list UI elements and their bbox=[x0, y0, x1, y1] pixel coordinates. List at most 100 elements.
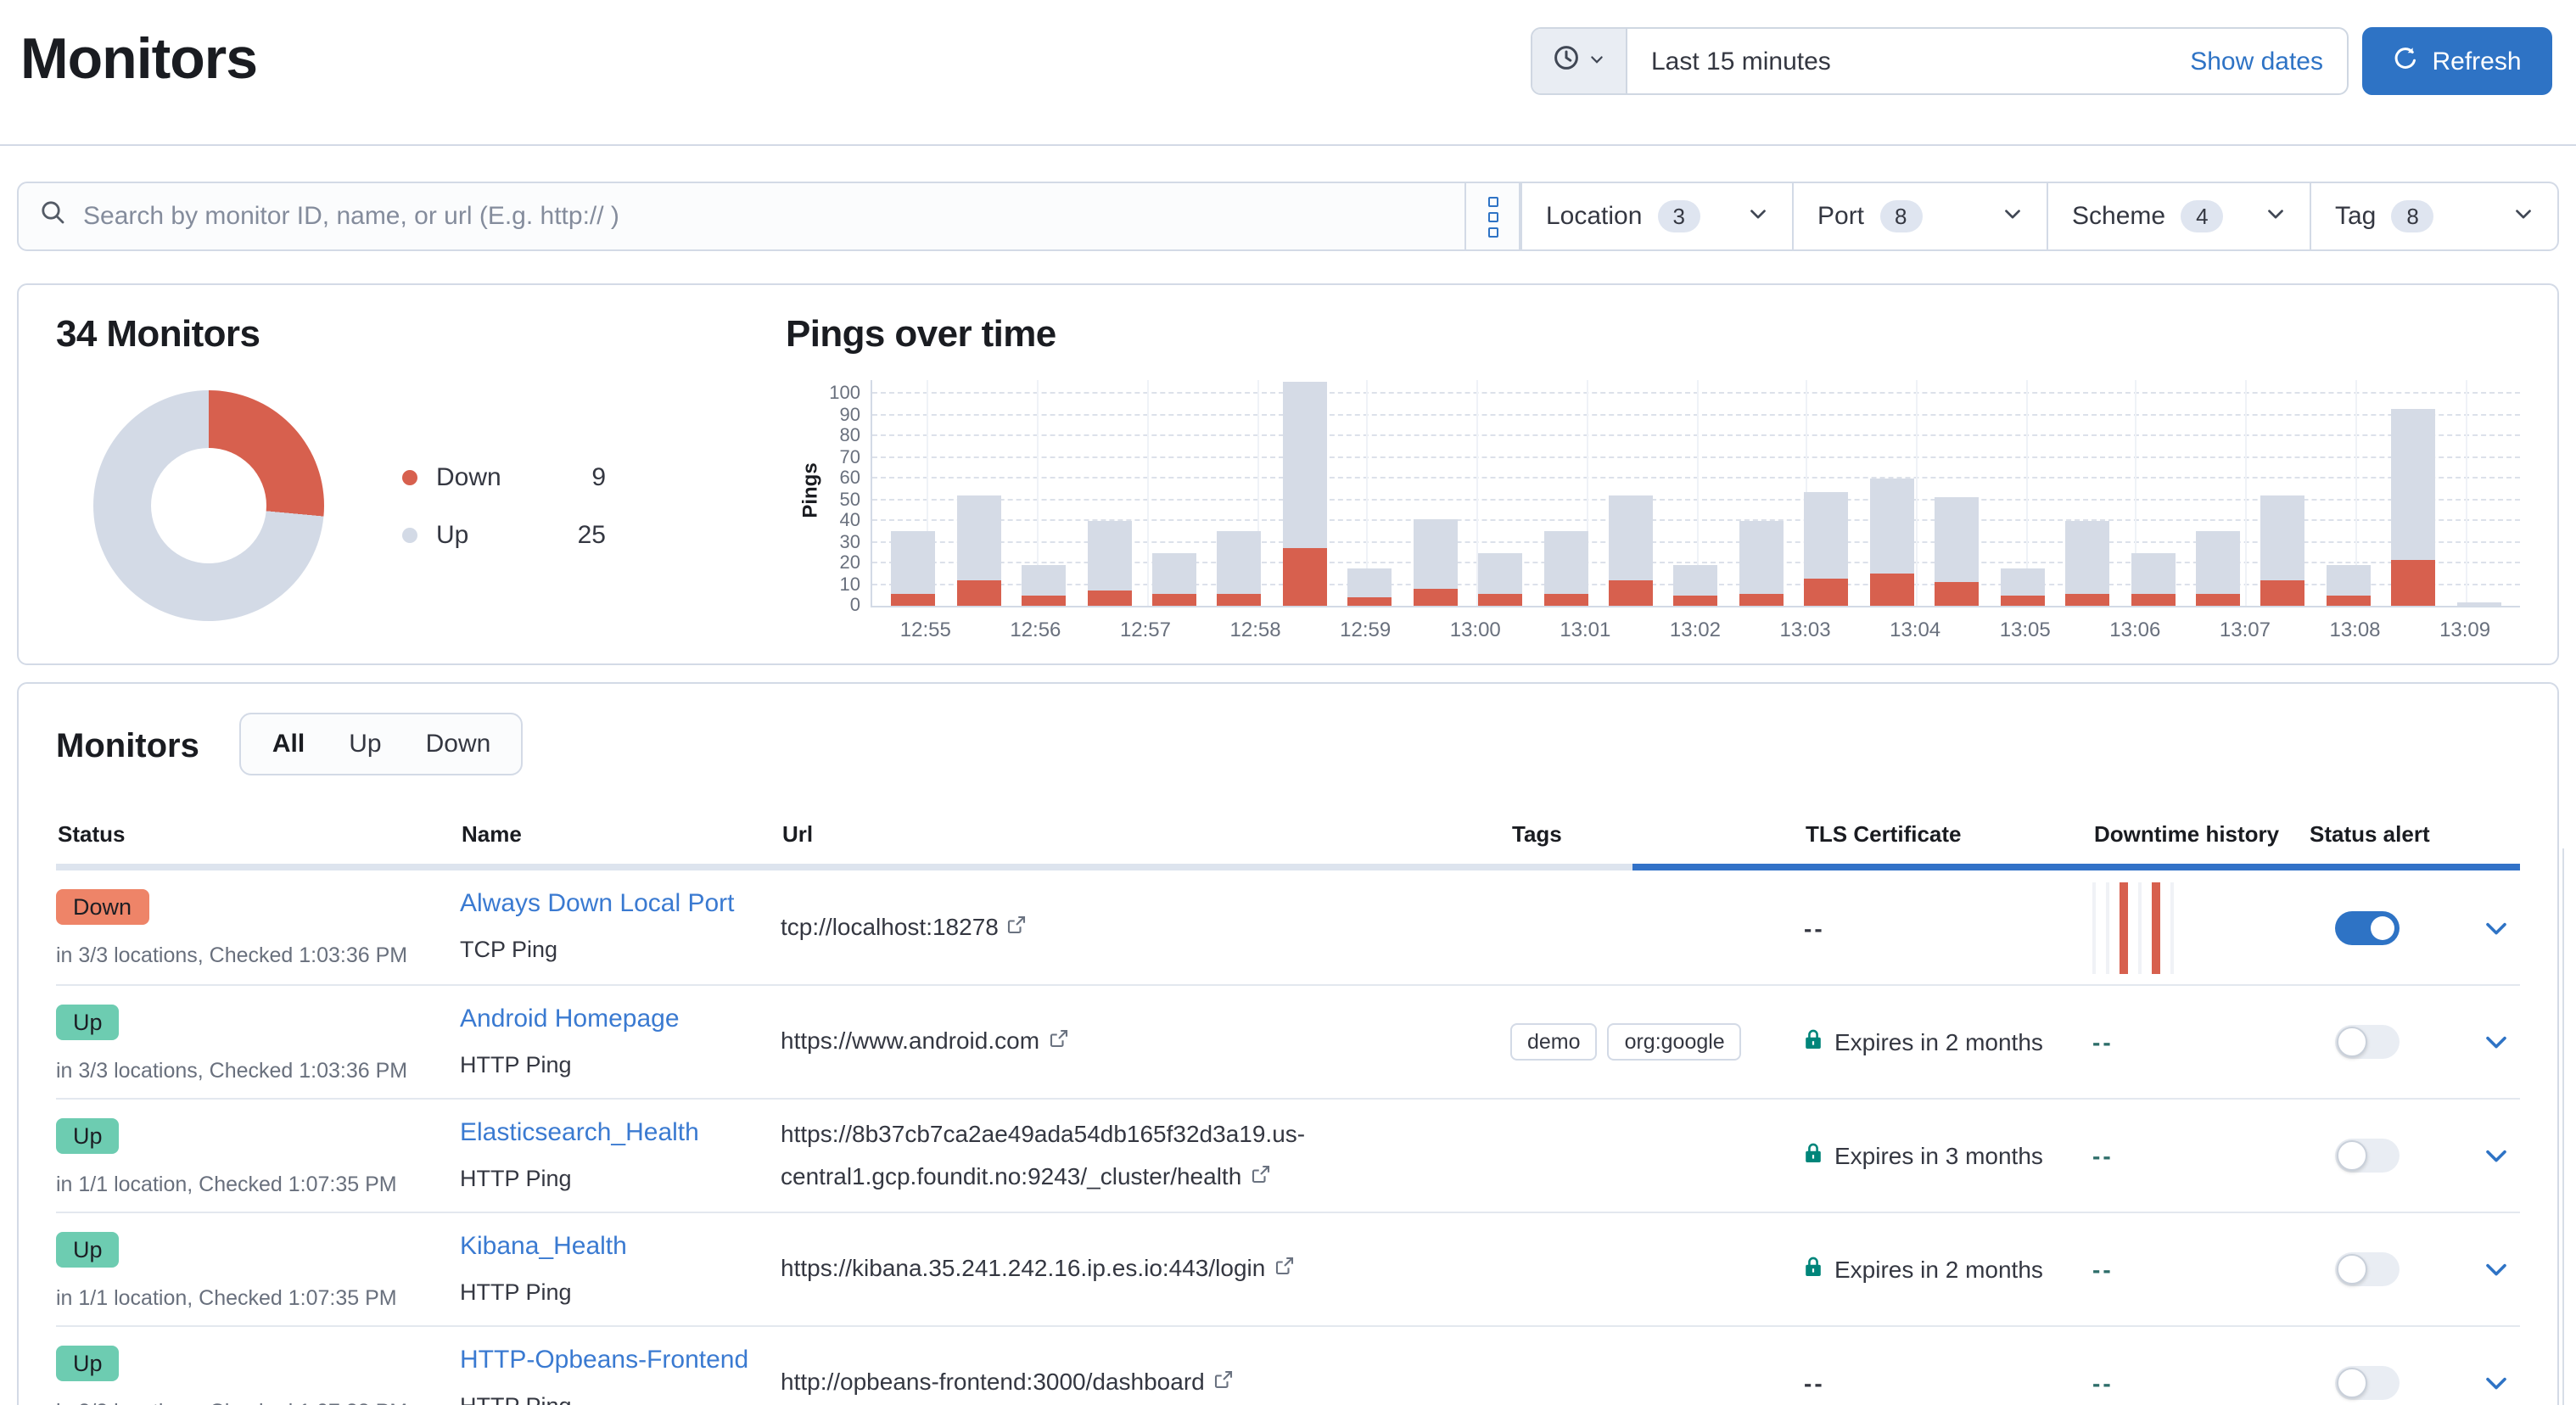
downtime-empty-value: -- bbox=[2092, 1028, 2114, 1055]
monitor-url-link[interactable]: https://www.android.com bbox=[781, 1021, 1068, 1063]
status-donut-chart bbox=[93, 390, 324, 621]
search-input[interactable] bbox=[80, 200, 1464, 232]
ping-bar bbox=[1739, 521, 1784, 606]
filter-count-badge: 4 bbox=[2181, 200, 2223, 232]
x-tick-label: 13:01 bbox=[1531, 618, 1641, 641]
filter-scheme[interactable]: Scheme 4 bbox=[2047, 183, 2310, 249]
expand-row-button[interactable] bbox=[2483, 914, 2510, 941]
filter-label: Scheme bbox=[2072, 202, 2165, 231]
status-alert-toggle[interactable] bbox=[2335, 1025, 2400, 1059]
x-tick-label: 13:02 bbox=[1640, 618, 1750, 641]
expand-row-button[interactable] bbox=[2483, 1369, 2510, 1397]
chevron-down-icon bbox=[2002, 202, 2023, 231]
ping-bar bbox=[2131, 553, 2175, 607]
ping-bar bbox=[1283, 381, 1327, 606]
x-tick-label: 12:55 bbox=[871, 618, 981, 641]
x-tick-label: 13:00 bbox=[1420, 618, 1531, 641]
scrollbar-track[interactable] bbox=[2562, 848, 2564, 1405]
expand-row-button[interactable] bbox=[2483, 1256, 2510, 1283]
x-tick-label: 12:58 bbox=[1201, 618, 1311, 641]
donut-legend: Down9Up25 bbox=[402, 462, 606, 549]
x-tick-label: 12:59 bbox=[1310, 618, 1420, 641]
ping-bar bbox=[2065, 521, 2109, 606]
quick-select-button[interactable] bbox=[1532, 29, 1627, 93]
x-axis-labels: 12:5512:5612:5712:5812:5913:0013:0113:02… bbox=[871, 607, 2520, 652]
status-checked-text: in 3/3 locations, Checked 1:07:38 PM bbox=[56, 1400, 460, 1405]
monitor-url-link[interactable]: https://8b37cb7ca2ae49ada54db165f32d3a19… bbox=[781, 1113, 1470, 1199]
refresh-label: Refresh bbox=[2432, 47, 2521, 76]
status-checked-text: in 3/3 locations, Checked 1:03:36 PM bbox=[56, 943, 460, 967]
monitor-url-link[interactable]: http://opbeans-frontend:3000/dashboard bbox=[781, 1362, 1234, 1404]
monitor-type: TCP Ping bbox=[460, 937, 781, 962]
monitor-type: HTTP Ping bbox=[460, 1052, 781, 1078]
legend-value: 25 bbox=[524, 520, 606, 549]
status-filter-tabs: AllUpDown bbox=[240, 713, 523, 775]
table-row: Up in 1/1 location, Checked 1:07:35 PM Kib… bbox=[56, 1212, 2520, 1325]
filter-tag[interactable]: Tag8 bbox=[2310, 183, 2557, 249]
y-tick-label: 0 bbox=[806, 596, 860, 616]
legend-label: Down bbox=[436, 462, 524, 491]
status-badge: Down bbox=[56, 889, 148, 925]
refresh-button[interactable]: Refresh bbox=[2362, 27, 2552, 95]
x-tick-label: 12:56 bbox=[981, 618, 1091, 641]
monitor-url-link[interactable]: https://kibana.35.241.242.16.ip.es.io:44… bbox=[781, 1248, 1294, 1290]
monitor-name-link[interactable]: Android Homepage bbox=[460, 1005, 680, 1033]
tab-all[interactable]: All bbox=[250, 730, 327, 758]
ping-bar bbox=[1087, 521, 1131, 606]
snapshot-title: 34 Monitors bbox=[56, 312, 769, 356]
tls-empty-value: -- bbox=[1804, 1369, 1825, 1397]
y-tick-label: 50 bbox=[806, 490, 860, 510]
filter-count-badge: 3 bbox=[1657, 200, 1700, 232]
filter-port[interactable]: Port8 bbox=[1792, 183, 2047, 249]
column-header-downtime-history: Downtime history bbox=[2094, 821, 2310, 847]
downtime-empty-value: -- bbox=[2092, 1369, 2114, 1397]
lock-icon bbox=[1804, 1142, 1823, 1169]
time-range-value[interactable]: Last 15 minutes bbox=[1627, 29, 2166, 93]
chevron-down-icon bbox=[1588, 46, 1605, 76]
legend-label: Up bbox=[436, 520, 524, 549]
filter-count-badge: 8 bbox=[2391, 200, 2433, 232]
kql-filter-button[interactable] bbox=[1464, 183, 1519, 249]
expand-row-button[interactable] bbox=[2483, 1028, 2510, 1055]
status-checked-text: in 1/1 location, Checked 1:07:35 PM bbox=[56, 1286, 460, 1310]
monitor-url-link[interactable]: tcp://localhost:18278 bbox=[781, 906, 1028, 949]
status-badge: Up bbox=[56, 1346, 120, 1381]
table-row: Upin 1/1 location, Checked 1:07:35 PMEla… bbox=[56, 1098, 2520, 1212]
filter-location[interactable]: Location 3 bbox=[1520, 183, 1792, 249]
x-tick-label: 13:03 bbox=[1750, 618, 1861, 641]
pings-chart-title: Pings over time bbox=[786, 312, 2520, 356]
chevron-down-icon bbox=[1748, 202, 1768, 231]
snapshot-section: 34 Monitors Down9Up25 bbox=[56, 312, 769, 636]
status-badge: Up bbox=[56, 1232, 120, 1268]
external-link-icon bbox=[1241, 1162, 1270, 1189]
ping-bar bbox=[1805, 491, 1849, 606]
monitor-name-link[interactable]: HTTP-Opbeans-Frontend bbox=[460, 1346, 748, 1374]
uptime-monitors-page: Monitors Last 15 minutes Show dates bbox=[0, 0, 2576, 1405]
monitor-name-link[interactable]: Always Down Local Port bbox=[460, 889, 734, 918]
x-tick-label: 13:07 bbox=[2190, 618, 2300, 641]
tab-down[interactable]: Down bbox=[404, 730, 513, 758]
legend-item-up: Up25 bbox=[402, 520, 606, 549]
y-tick-label: 90 bbox=[806, 405, 860, 425]
filter-label: Location bbox=[1546, 202, 1642, 231]
status-alert-toggle[interactable] bbox=[2335, 1252, 2400, 1286]
monitor-type: HTTP Ping bbox=[460, 1393, 781, 1405]
status-alert-toggle[interactable] bbox=[2335, 910, 2400, 944]
expand-row-button[interactable] bbox=[2483, 1142, 2510, 1169]
table-row: Upin 3/3 locations, Checked 1:07:38 PMHT… bbox=[56, 1325, 2520, 1405]
ping-bar bbox=[2196, 532, 2240, 607]
ping-bar bbox=[2000, 568, 2044, 606]
monitor-name-link[interactable]: Elasticsearch_Health bbox=[460, 1118, 699, 1147]
ping-bar bbox=[2392, 409, 2436, 607]
table-row: Down in 3/3 locations, Checked 1:03:36 PM… bbox=[56, 870, 2520, 984]
show-dates-link[interactable]: Show dates bbox=[2166, 29, 2347, 93]
monitor-name-link[interactable]: Kibana_Health bbox=[460, 1232, 627, 1261]
legend-dot bbox=[402, 527, 417, 542]
tab-up[interactable]: Up bbox=[327, 730, 403, 758]
status-badge: Up bbox=[56, 1118, 120, 1154]
ping-bar bbox=[1218, 532, 1262, 607]
ping-bar bbox=[1935, 498, 1979, 607]
external-link-icon bbox=[999, 913, 1028, 940]
status-alert-toggle[interactable] bbox=[2335, 1139, 2400, 1173]
status-alert-toggle[interactable] bbox=[2335, 1366, 2400, 1400]
